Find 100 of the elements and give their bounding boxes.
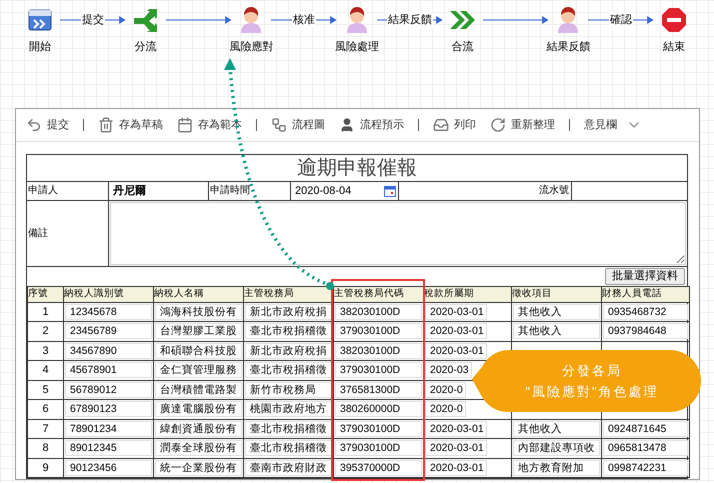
node-label: 分流: [134, 40, 157, 55]
edge-label: 核准: [292, 12, 316, 28]
merge-arrow-icon[interactable]: [448, 9, 478, 31]
remark-field[interactable]: [110, 202, 686, 266]
column-header: 主管稅務局代碼: [334, 286, 424, 302]
callout-text: 分發各局 "風險應對"角色處理: [525, 362, 659, 401]
row-number: 5: [41, 382, 50, 398]
batch-select-button[interactable]: 批量選擇資料: [605, 268, 685, 286]
table-cell[interactable]: 89012345: [65, 440, 152, 456]
table-cell[interactable]: 90123456: [65, 460, 152, 476]
table-cell[interactable]: 新竹市稅務局: [245, 382, 332, 398]
calendar-icon[interactable]: [384, 186, 396, 197]
table-cell[interactable]: 2020-03-01: [425, 342, 487, 359]
row-number: 3: [41, 344, 50, 358]
table-cell[interactable]: 2020-0: [425, 382, 466, 398]
node-label: 結果反饋: [546, 40, 590, 55]
toolbar-button[interactable]: 存為草稿: [98, 116, 163, 134]
table-cell[interactable]: 379030100D: [335, 440, 422, 456]
toolbar-button[interactable]: 提交: [26, 116, 69, 134]
date-field[interactable]: 2020-08-04: [291, 182, 399, 200]
table-cell[interactable]: 新北市政府稅捐: [245, 342, 332, 359]
flow-arrow: [166, 15, 232, 25]
toolbar-button[interactable]: 重新整理: [490, 116, 555, 134]
row-number: 2: [41, 324, 50, 339]
table-cell[interactable]: 23456789: [65, 323, 152, 340]
table-cell[interactable]: 395370000D: [335, 460, 422, 476]
table-cell[interactable]: 0937984648: [603, 323, 688, 340]
field-label: 申請時間: [209, 182, 291, 200]
table-cell[interactable]: 0965813478: [603, 440, 688, 456]
table-cell[interactable]: 臺北市稅捐稽徵: [245, 440, 332, 456]
table-cell[interactable]: 廣達電腦股份有: [155, 401, 242, 418]
table-cell[interactable]: 78901234: [65, 420, 152, 437]
table-cell[interactable]: 2020-03-01: [425, 323, 487, 340]
table-cell[interactable]: 34567890: [65, 342, 152, 359]
table-cell[interactable]: 67890123: [65, 401, 152, 418]
column-header: 主管稅務局: [244, 286, 334, 302]
table-cell[interactable]: 臺北市稅捐稽徵: [245, 362, 332, 378]
node-label: 風險應對: [229, 40, 274, 55]
node-label: 開始: [29, 40, 51, 55]
table-cell[interactable]: 0998742231: [603, 460, 688, 476]
table-cell[interactable]: 2020-03-01: [425, 460, 487, 476]
edge-label: 結果反饋: [386, 12, 433, 28]
table-cell[interactable]: 45678901: [65, 362, 152, 378]
table-cell[interactable]: 統一企業股份有: [155, 460, 242, 476]
table-cell[interactable]: 其他收入: [513, 304, 600, 320]
table-cell[interactable]: 382030100D: [335, 304, 422, 320]
flow-arrow: [482, 15, 548, 25]
table-cell[interactable]: 台灣塑膠工業股: [155, 323, 242, 340]
row-number: 4: [41, 363, 50, 378]
table-cell[interactable]: 2020-03-01: [425, 440, 487, 456]
table-cell[interactable]: 金仁寶管理服務: [155, 362, 242, 378]
table-cell[interactable]: 376581300D: [335, 382, 422, 398]
column-header: 序號: [28, 286, 64, 302]
toolbar-button[interactable]: 流程預示: [339, 116, 404, 134]
row-number: 1: [41, 304, 50, 320]
table-cell[interactable]: 2020-03-01: [425, 304, 487, 320]
table-cell[interactable]: 其他收入: [513, 420, 600, 437]
table-cell[interactable]: 地方教育附加: [513, 460, 600, 476]
table-cell[interactable]: 12345678: [65, 304, 152, 320]
table-cell[interactable]: 和碩聯合科技股: [155, 342, 242, 359]
toolbar-button[interactable]: 意見欄: [584, 116, 642, 134]
edge-label: 提交: [80, 12, 105, 28]
stop-icon[interactable]: [661, 7, 688, 33]
table-cell[interactable]: 臺北市稅捐稽徵: [245, 323, 332, 340]
trash-icon: [98, 117, 114, 134]
edge-label: 確認: [609, 12, 634, 28]
node-label: 風險處理: [335, 40, 380, 55]
table-cell[interactable]: 2020-03: [425, 362, 472, 378]
table-cell[interactable]: 379030100D: [335, 362, 422, 378]
table-cell[interactable]: 新北市政府稅捐: [245, 304, 332, 320]
table-cell[interactable]: 0935468732: [603, 304, 688, 320]
split-arrow-icon[interactable]: [132, 8, 160, 32]
table-cell[interactable]: 56789012: [65, 382, 152, 398]
applicant-field[interactable]: 丹尼爾: [109, 182, 209, 200]
table-cell[interactable]: 2020-03-01: [425, 420, 487, 437]
tray-icon: [433, 117, 449, 134]
table-cell[interactable]: 379030100D: [335, 323, 422, 340]
field-label: 流水號: [399, 182, 572, 200]
table-cell[interactable]: 臺南市政府財政: [245, 460, 332, 476]
table-cell[interactable]: 379030100D: [335, 420, 422, 437]
table-cell[interactable]: 380260000D: [335, 401, 422, 418]
toolbar-button[interactable]: 流程圖: [271, 116, 325, 134]
table-cell[interactable]: 鴻海科技股份有: [155, 304, 242, 320]
table-cell[interactable]: 台灣積體電路製: [155, 382, 242, 398]
table-cell[interactable]: 緯創資通股份有: [155, 420, 242, 437]
node-label: 合流: [452, 40, 474, 55]
table-cell[interactable]: 2020-0: [425, 401, 466, 418]
calendar-icon: [177, 117, 193, 134]
table-cell[interactable]: 桃園市政府地方: [245, 401, 332, 418]
table-cell[interactable]: 其他收入: [513, 323, 600, 340]
flowchart-icon: [271, 117, 287, 134]
table-cell[interactable]: 潤泰全球股份有: [155, 440, 242, 456]
row-number: 9: [41, 460, 50, 476]
table-cell[interactable]: 內部建設專項收: [513, 440, 600, 456]
table-cell[interactable]: 382030100D: [335, 342, 422, 359]
table-cell[interactable]: 臺北市稅捐稽徵: [245, 420, 332, 437]
clapperboard-icon[interactable]: [27, 7, 53, 33]
table-cell[interactable]: 0924871645: [603, 420, 688, 437]
toolbar-button[interactable]: 列印: [433, 116, 476, 134]
form-title: 逾期申報催報: [27, 155, 687, 182]
